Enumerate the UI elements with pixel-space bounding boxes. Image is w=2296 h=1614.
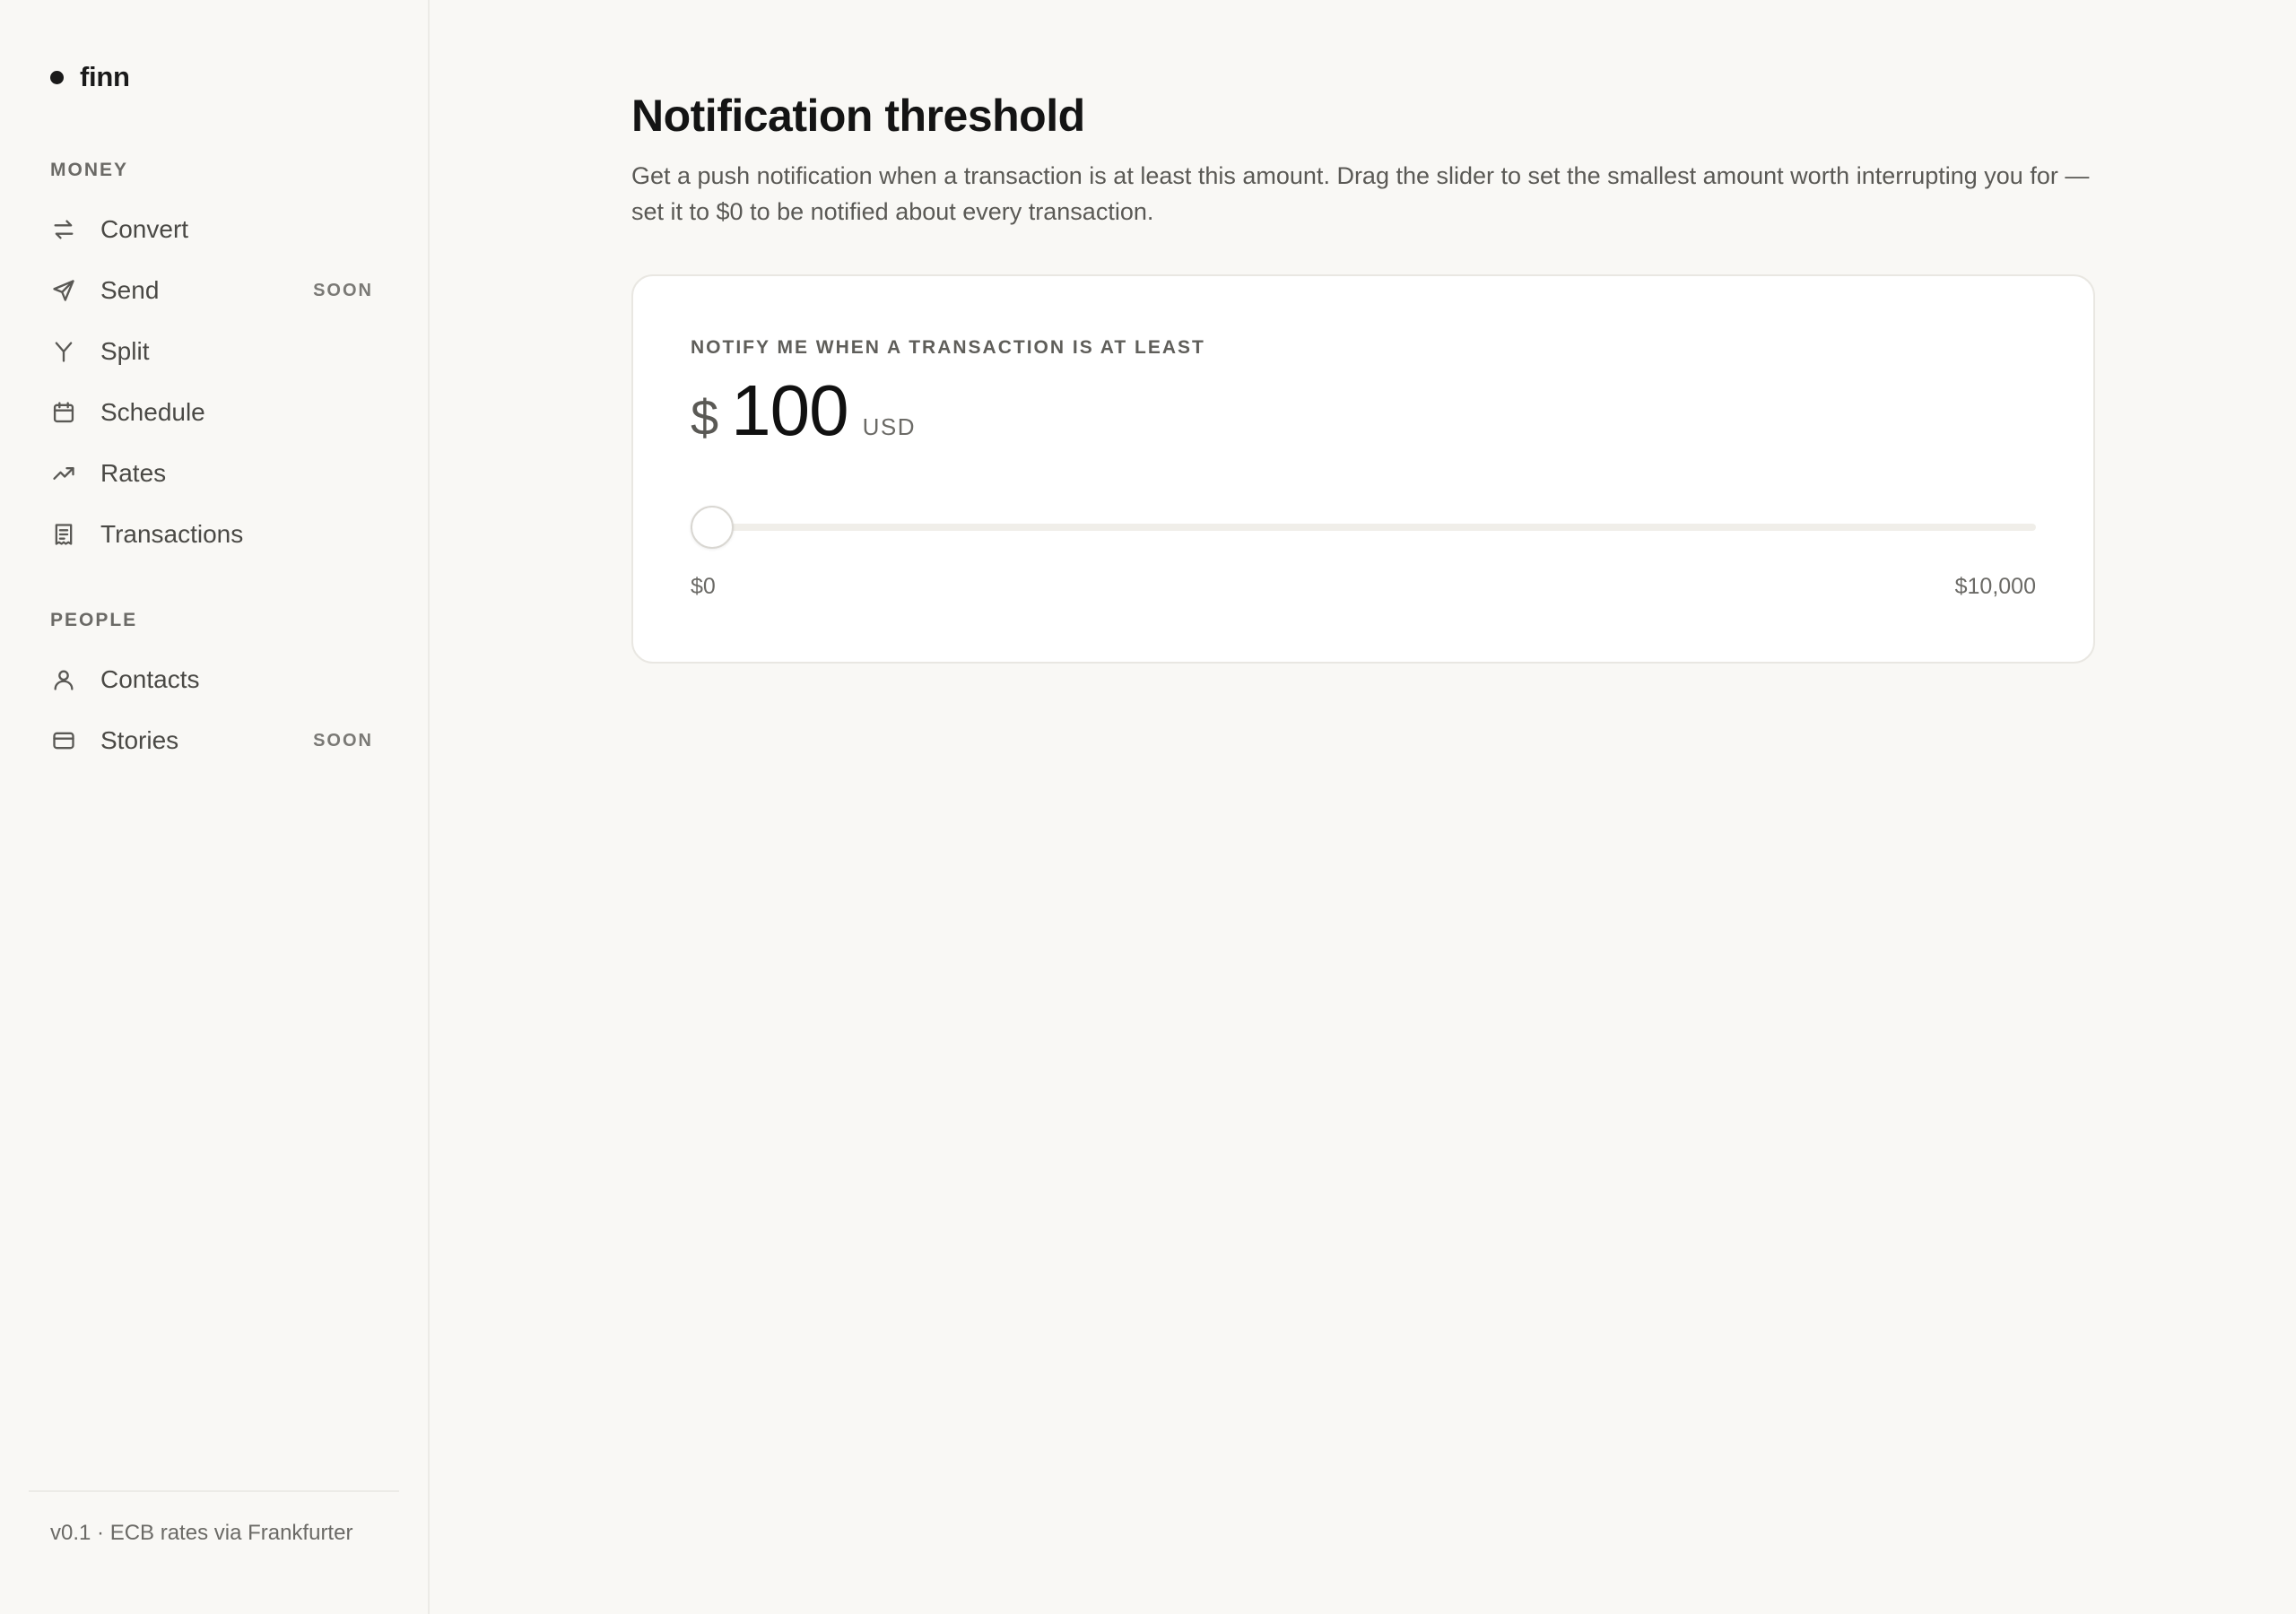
trending-up-icon xyxy=(50,460,77,487)
currency-unit: USD xyxy=(862,413,917,440)
threshold-amount: 100 xyxy=(731,370,848,450)
threshold-slider[interactable] xyxy=(691,506,2036,549)
sidebar-item-label: Transactions xyxy=(100,520,244,548)
card-icon xyxy=(50,727,77,754)
sidebar-item-label: Stories xyxy=(100,726,179,754)
sidebar-item-stories[interactable]: Stories SOON xyxy=(50,717,373,764)
sidebar-item-convert[interactable]: Convert xyxy=(50,206,373,253)
split-icon xyxy=(50,338,77,365)
sidebar-item-split[interactable]: Split xyxy=(50,328,373,375)
sidebar-item-label: Schedule xyxy=(100,398,205,426)
page-title: Notification threshold xyxy=(631,91,1085,141)
sidebar: finn MONEY Convert Send SOON Split Sched… xyxy=(0,0,430,1614)
paper-plane-icon xyxy=(50,277,77,304)
sidebar-item-label: Send xyxy=(100,276,160,304)
sidebar-item-label: Split xyxy=(100,337,150,365)
amount-display: $ 100 USD xyxy=(691,369,916,452)
sidebar-item-contacts[interactable]: Contacts xyxy=(50,656,373,703)
calendar-icon xyxy=(50,399,77,426)
threshold-card: NOTIFY ME WHEN A TRANSACTION IS AT LEAST… xyxy=(631,274,2095,664)
slider-min-label: $0 xyxy=(691,574,716,599)
section-label-people: PEOPLE xyxy=(50,610,138,630)
sidebar-item-label: Convert xyxy=(100,215,189,243)
slider-track[interactable] xyxy=(691,524,2036,531)
receipt-icon xyxy=(50,521,77,548)
page-description: Get a push notification when a transacti… xyxy=(631,162,2090,225)
version-footer: v0.1 · ECB rates via Frankfurter xyxy=(50,1521,353,1545)
sidebar-item-label: Contacts xyxy=(100,665,200,693)
slider-max-label: $10,000 xyxy=(1954,574,2036,599)
app-root: finn MONEY Convert Send SOON Split Sched… xyxy=(0,0,2296,1614)
threshold-label: NOTIFY ME WHEN A TRANSACTION IS AT LEAST xyxy=(691,337,1205,358)
brand-name: finn xyxy=(80,61,130,92)
sidebar-item-transactions[interactable]: Transactions xyxy=(50,511,373,558)
section-label-money: MONEY xyxy=(50,160,129,180)
sidebar-item-label: Rates xyxy=(100,459,167,487)
soon-badge: SOON xyxy=(313,280,373,300)
footer-divider xyxy=(29,1490,399,1492)
main-content: Notification threshold Get a push notifi… xyxy=(430,0,2296,1614)
slider-thumb[interactable] xyxy=(691,506,734,549)
brand[interactable]: finn xyxy=(50,61,130,93)
sidebar-item-rates[interactable]: Rates xyxy=(50,450,373,497)
user-icon xyxy=(50,666,77,693)
arrows-swap-icon xyxy=(50,216,77,243)
soon-badge: SOON xyxy=(313,730,373,751)
brand-dot-icon xyxy=(50,70,64,84)
sidebar-item-send[interactable]: Send SOON xyxy=(50,267,373,314)
currency-symbol: $ xyxy=(691,389,719,446)
sidebar-item-schedule[interactable]: Schedule xyxy=(50,389,373,436)
